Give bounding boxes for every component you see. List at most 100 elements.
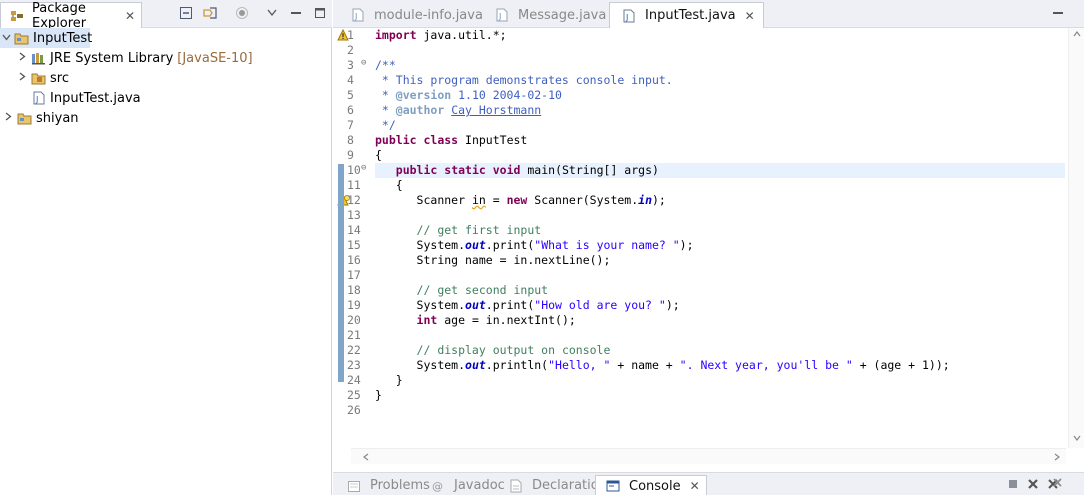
tab-module-info[interactable]: J module-info.java — [339, 2, 491, 28]
code-line: System.out.println("Hello, " + name + ".… — [375, 358, 950, 373]
chevron-down-icon[interactable] — [2, 33, 11, 44]
svg-text:J: J — [35, 95, 38, 104]
scroll-down-icon[interactable] — [1073, 434, 1081, 444]
code-line: public class InputTest — [375, 133, 527, 148]
code-text: ); — [679, 238, 694, 252]
tab-inputtest-java[interactable]: J InputTest.java ✕ — [609, 2, 764, 28]
code-text: ); — [665, 298, 680, 312]
minimize-icon[interactable] — [1050, 5, 1066, 21]
package-explorer-view: Package Explorer ✕ InputTest JRE System … — [0, 0, 332, 495]
svg-text:@: @ — [432, 480, 443, 493]
close-icon[interactable]: ✕ — [745, 9, 755, 23]
code-line: */ — [375, 118, 396, 133]
scroll-up-icon[interactable] — [1073, 30, 1081, 40]
code-text: java.util.*; — [416, 28, 507, 42]
line-number: 25 — [347, 388, 361, 402]
tree-item-src[interactable]: src — [0, 68, 69, 88]
code-line: // display output on console — [375, 343, 611, 358]
tree-item-jre-library[interactable]: JRE System Library [JavaSE-10] — [0, 48, 253, 68]
fold-toggle-icon[interactable]: ⊖ — [361, 163, 366, 173]
code-text: ); — [652, 193, 666, 207]
tab-package-explorer[interactable]: Package Explorer ✕ — [0, 0, 142, 31]
close-icon[interactable]: ✕ — [125, 9, 135, 23]
chevron-right-icon[interactable] — [2, 112, 14, 124]
chevron-right-icon[interactable] — [16, 52, 28, 64]
scroll-left-icon[interactable] — [363, 453, 369, 464]
maximize-icon[interactable] — [312, 5, 328, 21]
tab-label: Message.java — [518, 7, 607, 23]
code-text: String name = in.nextLine(); — [416, 253, 611, 267]
code-text: + name + — [610, 358, 680, 372]
line-number: 11 — [347, 178, 361, 192]
java-file-icon: J — [621, 8, 637, 24]
line-number: 20 — [347, 313, 361, 327]
close-icon[interactable]: ✕ — [690, 479, 700, 493]
tree-item-label: JRE System Library — [50, 50, 174, 66]
code-text: age = in.nextInt(); — [437, 313, 576, 327]
keyword: class — [423, 133, 459, 147]
string-literal: "How old are you? " — [534, 298, 666, 312]
code-line: String name = in.nextLine(); — [375, 253, 611, 268]
tree-item-inputtest-java[interactable]: J InputTest.java — [0, 88, 141, 108]
view-menu-icon[interactable] — [264, 5, 280, 21]
tab-message[interactable]: J Message.java — [483, 2, 614, 28]
minimize-icon[interactable] — [288, 5, 304, 21]
java-file-icon: J — [494, 7, 510, 23]
static-field: out — [465, 298, 486, 312]
declaration-icon — [508, 478, 524, 494]
code-editor[interactable]: 1 2 3 ⊖ 4 5 6 7 8 9 10 ⊖ 11 12 13 14 15 16 17 18 19 20 21 22 23 2… — [333, 28, 1084, 468]
fold-toggle-icon[interactable]: ⊖ — [361, 58, 366, 68]
code-text: System. — [416, 298, 466, 312]
code-text: .print( — [485, 238, 535, 252]
tab-console[interactable]: Console ✕ — [595, 475, 707, 495]
javadoc-text: * This program demonstrates console inpu… — [375, 73, 673, 87]
tab-label: Console — [629, 478, 681, 494]
remove-launch-icon[interactable] — [1025, 476, 1041, 492]
javadoc-icon: @ — [430, 478, 446, 494]
tab-javadoc[interactable]: @ Javadoc — [421, 475, 511, 495]
code-text-area[interactable]: import java.util.*; /** * This program d… — [375, 28, 1065, 448]
javadoc-text: 1.10 2004-02-10 — [451, 88, 562, 102]
focus-icon[interactable] — [234, 5, 250, 21]
remove-all-terminated-icon[interactable] — [1047, 476, 1063, 492]
chevron-right-icon[interactable] — [16, 72, 28, 84]
code-line: { — [375, 148, 382, 163]
tree-item-inputtest[interactable]: InputTest — [0, 28, 92, 48]
tree-item-shiyan[interactable]: shiyan — [0, 108, 79, 128]
scroll-right-icon[interactable] — [1054, 453, 1060, 464]
line-number: 5 — [347, 88, 354, 102]
svg-text:J: J — [625, 13, 628, 22]
line-number: 10 — [347, 163, 361, 177]
terminate-icon[interactable] — [1005, 476, 1021, 492]
svg-text:J: J — [354, 12, 357, 21]
code-line: Scanner in = new Scanner(System.in); — [375, 193, 666, 208]
javadoc-tag: @version — [395, 88, 452, 102]
code-line: public static void main(String[] args) — [375, 163, 659, 178]
vertical-scrollbar[interactable] — [1068, 28, 1084, 448]
keyword: int — [416, 313, 438, 327]
problems-icon — [346, 478, 362, 494]
static-field: out — [465, 358, 486, 372]
horizontal-scrollbar[interactable] — [351, 448, 1066, 464]
tree-item-decoration: [JavaSE-10] — [177, 50, 253, 66]
code-line: System.out.print("What is your name? "); — [375, 238, 694, 253]
tab-label: Package Explorer — [32, 0, 87, 31]
keyword: void — [492, 163, 521, 177]
line-number: 21 — [347, 328, 361, 342]
link-with-editor-icon[interactable] — [202, 5, 218, 21]
keyword: new — [506, 193, 528, 207]
code-text: in — [471, 193, 486, 207]
line-number: 14 — [347, 223, 361, 237]
code-line: /** — [375, 58, 396, 73]
line-number: 13 — [347, 208, 361, 222]
code-text: main(String[] args) — [520, 163, 659, 177]
javadoc-tag: @author — [395, 103, 445, 117]
code-text: } — [375, 373, 403, 387]
collapse-all-icon[interactable] — [178, 5, 194, 21]
line-number: 4 — [347, 73, 354, 87]
